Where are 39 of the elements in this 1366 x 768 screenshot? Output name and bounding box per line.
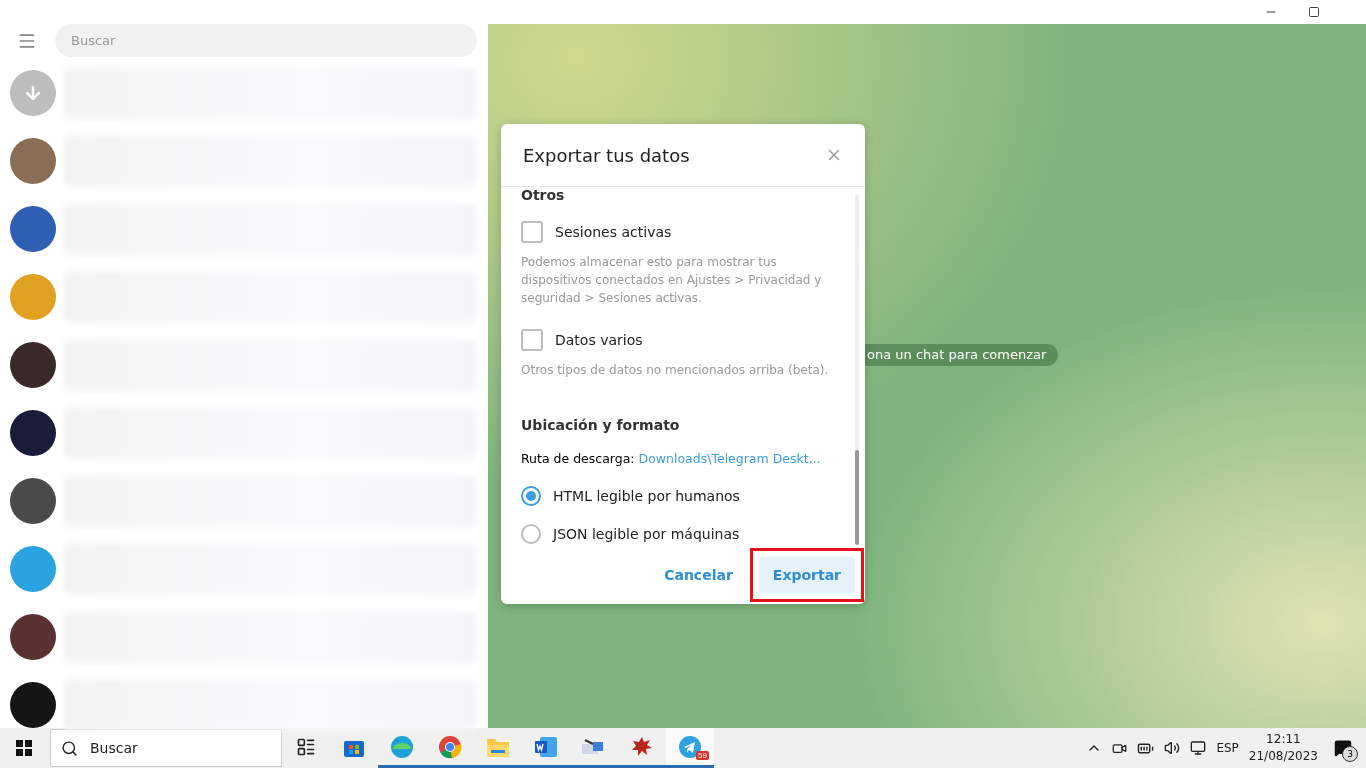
wave-circle-icon: [390, 734, 414, 759]
checkbox[interactable]: [521, 329, 543, 351]
notification-count: 3: [1342, 746, 1358, 762]
option-description: Podemos almacenar esto para mostrar tus dispositivos conectados en Ajustes > Privacidad y seguridad > Sesiones activas.: [521, 254, 823, 307]
checkbox[interactable]: [521, 221, 543, 243]
clock-date[interactable]: 21/08/2023: [1248, 748, 1318, 765]
cancel-button[interactable]: Cancelar: [650, 557, 747, 593]
radio-label: JSON legible por máquinas: [553, 526, 740, 542]
taskbar-search-field[interactable]: Buscar: [50, 729, 282, 767]
speaker-icon[interactable]: [1164, 740, 1181, 756]
radio-button[interactable]: [521, 486, 541, 506]
scrollbar[interactable]: [855, 195, 859, 545]
avatar-placeholder[interactable]: [10, 478, 56, 524]
clock-time[interactable]: 12:11: [1266, 731, 1301, 748]
search-icon: [61, 739, 78, 757]
language-indicator[interactable]: ESP: [1216, 741, 1239, 755]
radio-label: HTML legible por humanos: [553, 488, 740, 504]
radio-button[interactable]: [521, 524, 541, 544]
unread-badge: 59: [696, 751, 709, 760]
checkbox-label: Sesiones activas: [555, 224, 672, 240]
avatar-placeholder[interactable]: [10, 342, 56, 388]
path-label: Ruta de descarga:: [521, 451, 635, 466]
avatar-placeholder[interactable]: [10, 206, 56, 252]
browser-circle-icon: [438, 734, 462, 759]
task-view-icon: [296, 736, 316, 757]
path-link[interactable]: Downloads\Telegram Deskt...: [638, 451, 821, 466]
avatar-placeholder[interactable]: [10, 682, 56, 728]
checkbox-label: Datos varios: [555, 332, 643, 348]
taskbar-app-button[interactable]: 59: [666, 728, 714, 768]
avatar-placeholder[interactable]: [10, 614, 56, 660]
export-button[interactable]: Exportar: [758, 557, 855, 593]
maximize-icon[interactable]: [1308, 6, 1320, 18]
avatar-placeholder[interactable]: [10, 410, 56, 456]
dialog-title: Exportar tus datos: [523, 144, 690, 166]
option-description: Otros tipos de datos no mencionados arriba (beta).: [521, 362, 830, 379]
section-title: Otros: [521, 187, 566, 203]
section-title: Ubicación y formato: [521, 417, 681, 433]
document-w-icon: [534, 734, 558, 759]
network-icon[interactable]: [1190, 740, 1207, 756]
